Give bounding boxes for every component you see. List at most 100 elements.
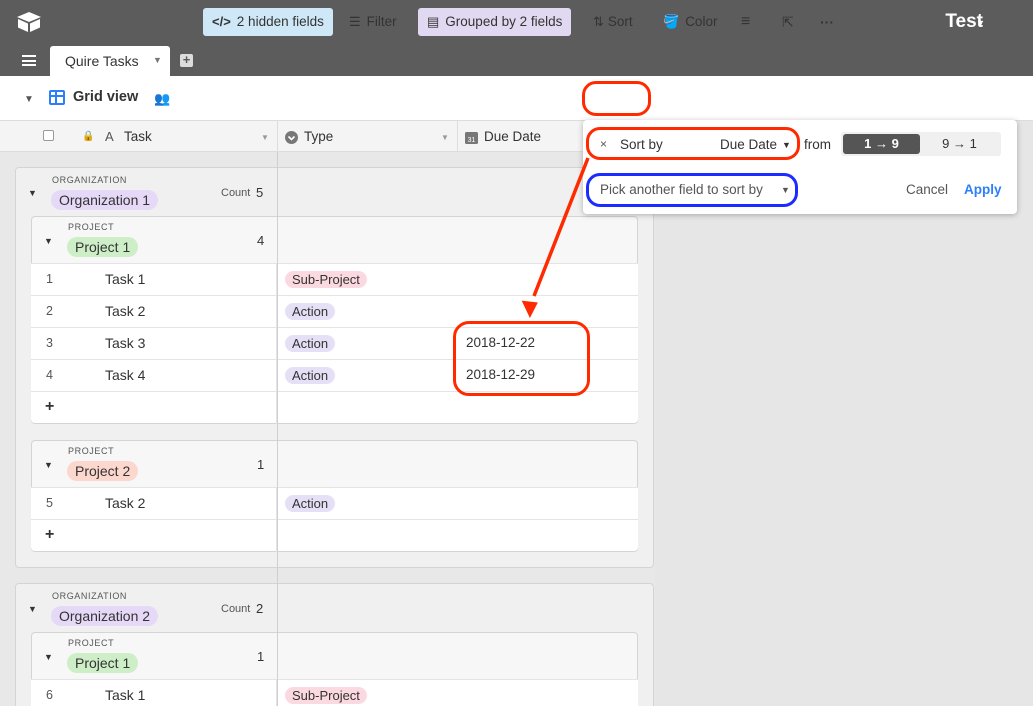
task-cell[interactable]: Task 1 xyxy=(105,687,145,703)
row-number: 3 xyxy=(46,336,53,350)
group-icon: ▤ xyxy=(427,14,440,30)
sort-by-label: Sort by xyxy=(620,137,663,152)
type-cell[interactable]: Action xyxy=(285,335,336,352)
app-logo-icon[interactable] xyxy=(16,11,42,33)
due-date-cell[interactable]: 2018-12-29 xyxy=(466,367,535,382)
chevron-down-icon[interactable]: ▼ xyxy=(782,140,791,150)
from-label: from xyxy=(804,137,831,152)
column-type-header[interactable]: Type xyxy=(304,121,333,152)
text-field-icon: A xyxy=(105,129,114,144)
view-name[interactable]: Grid view xyxy=(73,89,138,105)
calendar-icon: 31 xyxy=(465,121,478,152)
table-row[interactable]: 3 Task 3 Action 2018-12-22 xyxy=(31,327,638,360)
add-table-button[interactable]: + xyxy=(180,53,193,67)
add-row-button[interactable]: + xyxy=(31,519,638,552)
column-divider xyxy=(457,121,458,152)
single-select-icon xyxy=(285,121,298,152)
collapse-triangle-icon[interactable]: ▼ xyxy=(44,460,53,470)
row-number: 4 xyxy=(46,368,53,382)
sort-descending-option[interactable]: 9 → 1 xyxy=(920,134,999,154)
more-options-button[interactable]: ··· xyxy=(820,8,834,36)
filter-icon: ☰ xyxy=(349,14,361,30)
color-button[interactable]: 🪣 Color xyxy=(663,8,717,36)
chevron-down-icon[interactable]: ▼ xyxy=(153,55,162,65)
filter-button[interactable]: ☰ Filter xyxy=(349,8,397,36)
row-height-icon: ≡ xyxy=(741,13,751,30)
tab-quire-tasks[interactable]: Quire Tasks ▼ xyxy=(50,46,170,76)
count-value: 1 xyxy=(257,457,265,472)
more-icon: ··· xyxy=(820,14,834,30)
table-row[interactable]: 6 Task 1 Sub-Project xyxy=(31,679,638,706)
sort-icon: ⇅ xyxy=(593,14,604,30)
tab-label: Quire Tasks xyxy=(65,53,139,69)
cancel-button[interactable]: Cancel xyxy=(906,182,948,197)
svg-text:31: 31 xyxy=(468,137,476,144)
row-height-button[interactable]: ≡ xyxy=(741,8,750,36)
task-column-divider xyxy=(277,152,278,706)
type-cell[interactable]: Action xyxy=(285,303,336,320)
apply-button[interactable]: Apply xyxy=(964,182,1002,197)
task-cell[interactable]: Task 2 xyxy=(105,495,145,511)
share-icon: ⇱ xyxy=(782,14,794,30)
sort-label: Sort xyxy=(607,14,633,29)
project-pill: Project 1 xyxy=(67,653,139,673)
select-all-checkbox[interactable] xyxy=(43,130,54,141)
count-value: 2 xyxy=(256,601,264,616)
task-cell[interactable]: Task 3 xyxy=(105,335,145,351)
collapse-triangle-icon[interactable]: ▼ xyxy=(28,188,37,198)
hide-fields-icon: </> xyxy=(212,14,231,30)
share-view-button[interactable]: ⇱ xyxy=(782,8,794,36)
count-label: Count xyxy=(221,603,251,615)
type-cell[interactable]: Sub-Project xyxy=(285,271,367,288)
group-level-label: ORGANIZATION xyxy=(52,175,128,185)
project-pill: Project 2 xyxy=(67,461,139,481)
count-label: Count xyxy=(221,187,251,199)
due-date-cell[interactable]: 2018-12-22 xyxy=(466,335,535,350)
task-cell[interactable]: Task 4 xyxy=(105,367,145,383)
group-button[interactable]: ▤ Grouped by 2 fields xyxy=(418,8,572,36)
add-row-button[interactable]: + xyxy=(31,391,638,424)
table-row[interactable]: 4 Task 4 Action 2018-12-29 xyxy=(31,359,638,392)
task-cell[interactable]: Task 2 xyxy=(105,303,145,319)
chevron-down-icon[interactable]: ▼ xyxy=(261,133,269,142)
collapse-triangle-icon[interactable]: ▼ xyxy=(44,652,53,662)
chevron-down-icon[interactable]: ▼ xyxy=(441,133,449,142)
group-label: Grouped by 2 fields xyxy=(445,14,563,29)
column-due-date-header[interactable]: Due Date xyxy=(484,121,541,152)
collaborators-icon[interactable]: 👥 xyxy=(154,91,170,107)
table-row[interactable]: 2 Task 2 Action xyxy=(31,295,638,328)
sort-ascending-option[interactable]: 1 → 9 xyxy=(843,134,920,154)
group-level-label: PROJECT xyxy=(68,638,115,648)
chevron-down-icon[interactable]: ▼ xyxy=(781,185,790,195)
table-row[interactable]: 1 Task 1 Sub-Project xyxy=(31,263,638,296)
color-label: Color xyxy=(685,14,718,29)
sort-field-select[interactable]: Due Date xyxy=(720,137,777,152)
chevron-down-icon[interactable]: ▼ xyxy=(976,18,985,28)
organization-pill: Organization 2 xyxy=(51,606,159,626)
plus-icon: + xyxy=(45,398,55,415)
sort-button[interactable]: ⇅ Sort xyxy=(593,8,633,36)
filter-label: Filter xyxy=(366,14,397,29)
pick-another-field-select[interactable]: Pick another field to sort by xyxy=(600,182,763,197)
count-value: 5 xyxy=(256,185,264,200)
chevron-down-icon[interactable]: ▼ xyxy=(24,94,34,105)
type-cell[interactable]: Action xyxy=(285,495,336,512)
group-level-label: PROJECT xyxy=(68,222,115,232)
row-number: 1 xyxy=(46,272,53,286)
column-header-row: 🔒 A Task Type 31 Due Date xyxy=(0,121,655,152)
paint-bucket-icon: 🪣 xyxy=(663,14,680,30)
organization-pill: Organization 1 xyxy=(51,190,159,210)
collapse-triangle-icon[interactable]: ▼ xyxy=(28,604,37,614)
close-icon[interactable]: × xyxy=(600,137,607,151)
hidden-fields-label: 2 hidden fields xyxy=(236,14,324,29)
collapse-triangle-icon[interactable]: ▼ xyxy=(44,236,53,246)
task-cell[interactable]: Task 1 xyxy=(105,271,145,287)
type-cell[interactable]: Action xyxy=(285,367,336,384)
menu-icon[interactable] xyxy=(22,55,36,66)
type-cell[interactable]: Sub-Project xyxy=(285,687,367,704)
column-divider xyxy=(277,121,278,152)
row-number: 6 xyxy=(46,688,53,702)
column-task-header[interactable]: Task xyxy=(124,121,152,152)
hidden-fields-button[interactable]: </> 2 hidden fields xyxy=(203,8,333,36)
table-row[interactable]: 5 Task 2 Action xyxy=(31,487,638,520)
